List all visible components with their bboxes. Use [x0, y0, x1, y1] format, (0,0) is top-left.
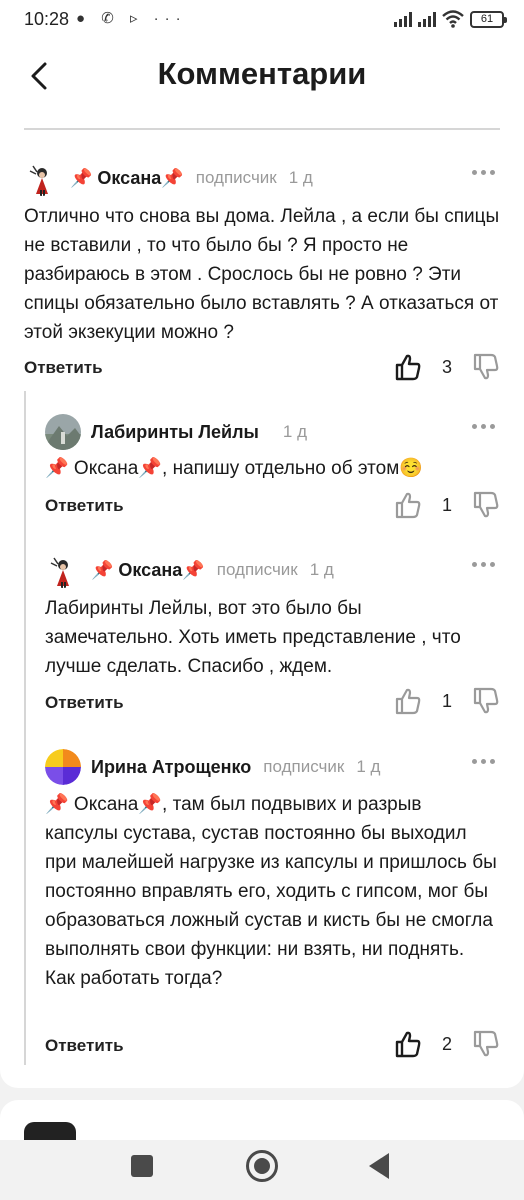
status-indicators: 61 — [394, 8, 507, 30]
battery-icon: 61 — [470, 10, 507, 28]
reply-button[interactable]: Ответить — [45, 693, 124, 713]
avatar — [24, 1122, 76, 1142]
comment-text: 📌 Оксана📌, там был подвывих и разрыв кап… — [45, 794, 497, 989]
comment-author[interactable]: Лабиринты Лейлы — [91, 422, 259, 443]
thumbs-down-icon[interactable] — [472, 1030, 500, 1058]
avatar[interactable] — [24, 160, 60, 196]
thumbs-down-icon[interactable] — [472, 687, 500, 715]
system-nav-bar — [0, 1140, 524, 1200]
more-options-icon[interactable] — [472, 755, 502, 769]
status-time: 10:28 — [24, 9, 70, 29]
comment-header: 📌 Оксана📌 подписчик 1 д — [45, 552, 334, 588]
avatar[interactable] — [45, 552, 81, 588]
app-header: Комментарии — [0, 40, 524, 116]
comment-header: Ирина Атрощенко подписчик 1 д — [45, 749, 380, 785]
author-role: подписчик — [216, 560, 298, 579]
comment-time: 1 д — [282, 422, 308, 441]
signal-icon — [394, 11, 412, 27]
comment-author[interactable]: Ирина Атрощенко — [91, 757, 251, 778]
comment-header: Лабиринты Лейлы 1 д — [45, 414, 307, 450]
comment-reply: Ирина Атрощенко подписчик 1 д 📌 Оксана📌,… — [45, 749, 502, 1059]
comment-text: 📌 Оксана📌, напишу отдельно об этом☺️ — [45, 458, 423, 479]
comment-time: 1 д — [309, 560, 334, 579]
more-options-icon[interactable] — [472, 420, 502, 434]
comment-author[interactable]: 📌 Оксана📌 — [70, 168, 184, 189]
author-role: подписчик — [263, 757, 345, 776]
author-role: подписчик — [195, 168, 277, 187]
reply-button[interactable]: Ответить — [24, 358, 103, 378]
thumbs-up-icon[interactable] — [394, 353, 422, 381]
comment-reply: Лабиринты Лейлы 1 д 📌 Оксана📌, напишу от… — [45, 414, 502, 524]
comment-time: 1 д — [356, 757, 381, 776]
likes-count: 2 — [441, 1034, 452, 1054]
thumbs-down-icon[interactable] — [472, 491, 500, 519]
comment-text: Лабиринты Лейлы, вот это было бы замечат… — [45, 598, 461, 677]
reply-button[interactable]: Ответить — [45, 1036, 124, 1056]
avatar[interactable] — [45, 414, 81, 450]
status-bar: 10:28 ● ✆ ▹ ··· 61 — [0, 0, 524, 40]
likes-count: 3 — [441, 357, 452, 377]
comment-header: 📌 Оксана📌 подписчик 1 д — [24, 160, 313, 196]
more-options-icon[interactable] — [472, 166, 502, 180]
likes-count: 1 — [441, 495, 452, 515]
comment: 📌 Оксана📌 подписчик 1 д Отлично что снов… — [24, 160, 502, 386]
avatar[interactable] — [45, 749, 81, 785]
more-options-icon[interactable] — [472, 558, 502, 572]
recent-apps-icon[interactable] — [131, 1155, 153, 1177]
back-triangle-icon[interactable] — [369, 1153, 389, 1179]
thread-line — [24, 391, 26, 1065]
home-icon[interactable] — [246, 1150, 278, 1182]
likes-count: 1 — [441, 691, 452, 711]
reply-button[interactable]: Ответить — [45, 496, 124, 516]
notification-icons: ● ✆ ▹ ··· — [76, 10, 187, 27]
signal-icon — [418, 11, 436, 27]
thumbs-up-icon[interactable] — [394, 687, 422, 715]
comment-reply: 📌 Оксана📌 подписчик 1 д Лабиринты Лейлы,… — [45, 552, 502, 720]
divider — [24, 128, 500, 130]
wifi-icon — [442, 10, 464, 28]
comment-text: Отлично что снова вы дома. Лейла , а есл… — [24, 206, 500, 343]
thumbs-up-icon[interactable] — [394, 1030, 422, 1058]
thumbs-down-icon[interactable] — [472, 353, 500, 381]
page-title: Комментарии — [157, 56, 367, 91]
next-card — [0, 1100, 524, 1142]
thumbs-up-icon[interactable] — [394, 491, 422, 519]
comment-time: 1 д — [288, 168, 313, 187]
comment-author[interactable]: 📌 Оксана📌 — [91, 560, 205, 581]
